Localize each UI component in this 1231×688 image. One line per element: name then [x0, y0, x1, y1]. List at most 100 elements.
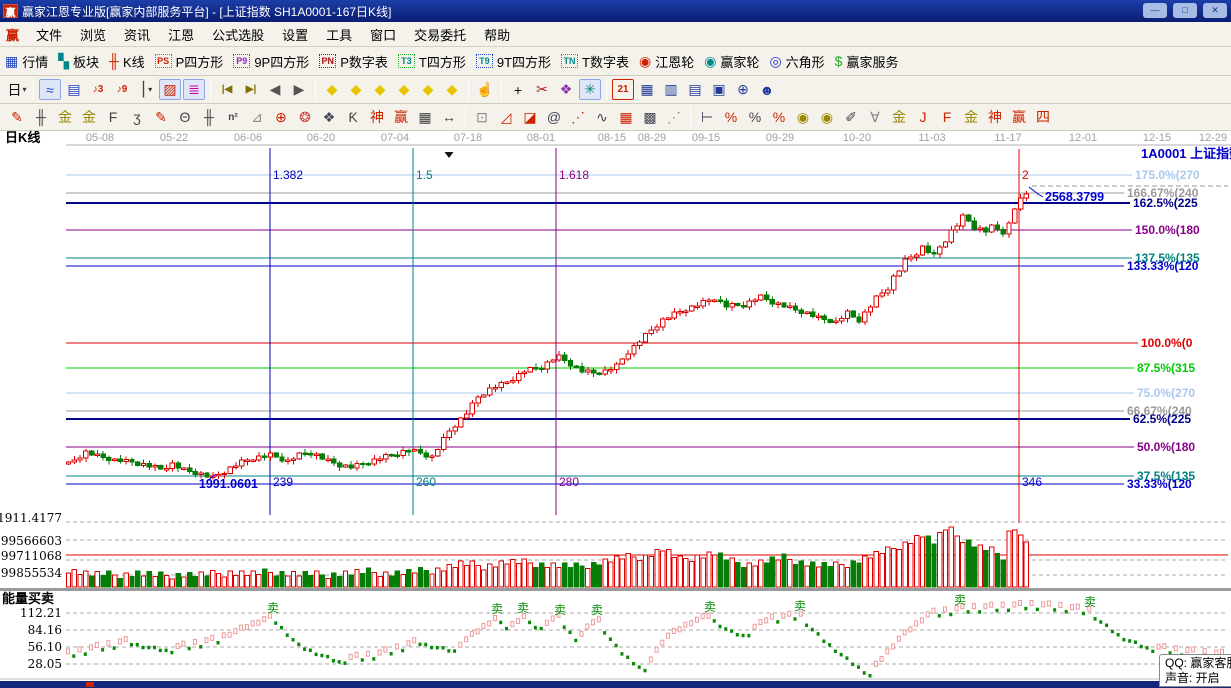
gold-grid-2-icon[interactable]: 金: [78, 107, 100, 128]
web-sync-icon[interactable]: ⊕: [732, 79, 754, 100]
analyze-tool-icon[interactable]: ✳: [579, 79, 601, 100]
maximize-button[interactable]: □: [1173, 3, 1197, 18]
gold-line-icon[interactable]: 金: [888, 107, 910, 128]
gold-circle-2-icon[interactable]: ◉: [816, 107, 838, 128]
menu-item-7[interactable]: 工具: [317, 23, 361, 46]
prev-bar-icon[interactable]: ◀: [264, 79, 286, 100]
fan-lines-icon[interactable]: ⋰: [567, 107, 589, 128]
link-tool-icon[interactable]: ❖: [555, 79, 577, 100]
close-button[interactable]: ✕: [1203, 3, 1227, 18]
chart-canvas[interactable]: 05-0805-2206-0606-2007-0407-1808-0108-15…: [0, 131, 1231, 688]
percent-line-icon[interactable]: %: [720, 107, 742, 128]
menu-item-4[interactable]: 江恩: [159, 23, 203, 46]
bars-9-icon[interactable]: ♪9: [111, 79, 133, 100]
diamond-left-icon[interactable]: ◆: [321, 79, 343, 100]
si-angle-icon[interactable]: 四: [1032, 107, 1054, 128]
grid-square-2-icon[interactable]: ▩: [639, 107, 661, 128]
menu-item-8[interactable]: 窗口: [361, 23, 405, 46]
count-grid-icon[interactable]: ▦: [414, 107, 436, 128]
diamond-v-shrink-icon[interactable]: ◆: [441, 79, 463, 100]
gold-angle-icon[interactable]: 金: [960, 107, 982, 128]
shen-grid-icon[interactable]: 神: [366, 107, 388, 128]
candle-pen-icon[interactable]: ✐: [840, 107, 862, 128]
indicator-doc-icon[interactable]: ▤: [63, 79, 85, 100]
title-bar[interactable]: 赢 赢家江恩专业版[赢家内部服务平台] - [上证指数 SH1A0001-167…: [0, 0, 1231, 22]
tool-p-square[interactable]: PSP四方形: [155, 52, 224, 71]
win-grid-icon[interactable]: 赢: [390, 107, 412, 128]
percent-icon[interactable]: %: [744, 107, 766, 128]
diamond-v-expand-icon[interactable]: ◆: [417, 79, 439, 100]
cycle-circle-icon[interactable]: Θ: [174, 107, 196, 128]
bars-3-icon[interactable]: ♪3: [87, 79, 109, 100]
f-angle-icon[interactable]: F: [936, 107, 958, 128]
n-squared-icon[interactable]: n²: [222, 107, 244, 128]
gann-pattern-icon[interactable]: ▨: [159, 79, 181, 100]
tool-market-quotes[interactable]: ▦行情: [5, 52, 48, 71]
a-wave-icon[interactable]: ∀: [864, 107, 886, 128]
spiderweb-icon[interactable]: ❖: [318, 107, 340, 128]
comb-grid-icon[interactable]: ╫: [30, 107, 52, 128]
tool-sectors[interactable]: ▚板块: [58, 52, 99, 71]
memo-icon[interactable]: ▤: [684, 79, 706, 100]
gold-grid-icon[interactable]: 金: [54, 107, 76, 128]
comb-grid-2-icon[interactable]: ╫: [198, 107, 220, 128]
user-sync-icon[interactable]: ☻: [756, 79, 778, 100]
diamond-h-shrink-icon[interactable]: ◆: [393, 79, 415, 100]
first-bar-icon[interactable]: |◀: [216, 79, 238, 100]
calculator-2-icon[interactable]: ▥: [660, 79, 682, 100]
j-angle-icon[interactable]: J: [912, 107, 934, 128]
menu-item-10[interactable]: 帮助: [475, 23, 519, 46]
menu-item-2[interactable]: 浏览: [71, 23, 115, 46]
minimize-button[interactable]: —: [1143, 3, 1167, 18]
last-bar-icon[interactable]: ▶|: [240, 79, 262, 100]
color-histogram-icon[interactable]: ≣: [183, 79, 205, 100]
target-cross-icon[interactable]: ⊕: [270, 107, 292, 128]
menu-item-6[interactable]: 设置: [273, 23, 317, 46]
s-curve-icon[interactable]: ʒ: [126, 107, 148, 128]
diamond-right-icon[interactable]: ◆: [345, 79, 367, 100]
calculator-icon[interactable]: ▦: [636, 79, 658, 100]
percent-level-icon[interactable]: %: [768, 107, 790, 128]
next-bar-icon[interactable]: ▶: [288, 79, 310, 100]
pencil-2-icon[interactable]: ✎: [150, 107, 172, 128]
menu-item-9[interactable]: 交易委托: [405, 23, 475, 46]
tool-gann-wheel[interactable]: ◉江恩轮: [639, 52, 694, 71]
tool-hexagon[interactable]: ◎六角形: [769, 52, 824, 71]
status-popup[interactable]: QQ: 赢家客服 声音: 开启: [1159, 654, 1231, 687]
wave-tool-icon[interactable]: ∿: [591, 107, 613, 128]
grid-square-icon[interactable]: ▦: [615, 107, 637, 128]
diamond-h-expand-icon[interactable]: ◆: [369, 79, 391, 100]
candle-style-dropdown-icon[interactable]: ⎮▾: [135, 79, 157, 100]
f-grid-icon[interactable]: F: [102, 107, 124, 128]
pencil-icon[interactable]: ✎: [6, 107, 28, 128]
kline-period-dropdown-icon[interactable]: 日▾: [6, 79, 28, 100]
k-mark-icon[interactable]: Ƙ: [342, 107, 364, 128]
tool-p-number-table[interactable]: PNP数字表: [319, 52, 388, 71]
tool-9t-square[interactable]: T99T四方形: [476, 52, 551, 71]
shen-angle-icon[interactable]: 神: [984, 107, 1006, 128]
tool-9p-square[interactable]: P99P四方形: [233, 52, 309, 71]
menu-item-3[interactable]: 资讯: [115, 23, 159, 46]
menu-item-5[interactable]: 公式选股: [203, 23, 273, 46]
save-icon[interactable]: ▣: [708, 79, 730, 100]
win-angle-icon[interactable]: 赢: [1008, 107, 1030, 128]
slash-lines-icon[interactable]: ⋰: [663, 107, 685, 128]
fan-tool-icon[interactable]: ◿: [495, 107, 517, 128]
pattern-window-icon[interactable]: ≈: [39, 79, 61, 100]
web-tool-icon[interactable]: ❂: [294, 107, 316, 128]
crosshair-icon[interactable]: +: [507, 79, 529, 100]
tool-winner-service[interactable]: $赢家服务: [835, 52, 899, 71]
erase-draw-icon[interactable]: ✂: [531, 79, 553, 100]
calendar-icon[interactable]: 21: [612, 79, 634, 100]
box-corner-icon[interactable]: ⊡: [471, 107, 493, 128]
tool-kline[interactable]: ╫K线: [109, 52, 145, 71]
tool-winner-wheel[interactable]: ◉赢家轮: [704, 52, 759, 71]
fan-box-icon[interactable]: ◪: [519, 107, 541, 128]
tool-t-square[interactable]: T3T四方形: [398, 52, 466, 71]
width-arrow-icon[interactable]: ↔: [438, 107, 460, 128]
price-scale-icon[interactable]: ⊢: [696, 107, 718, 128]
gold-circle-icon[interactable]: ◉: [792, 107, 814, 128]
hand-drag-icon[interactable]: ☝: [474, 79, 496, 100]
menu-item-1[interactable]: 文件: [27, 23, 71, 46]
tool-t-number-table[interactable]: TNT数字表: [561, 52, 629, 71]
